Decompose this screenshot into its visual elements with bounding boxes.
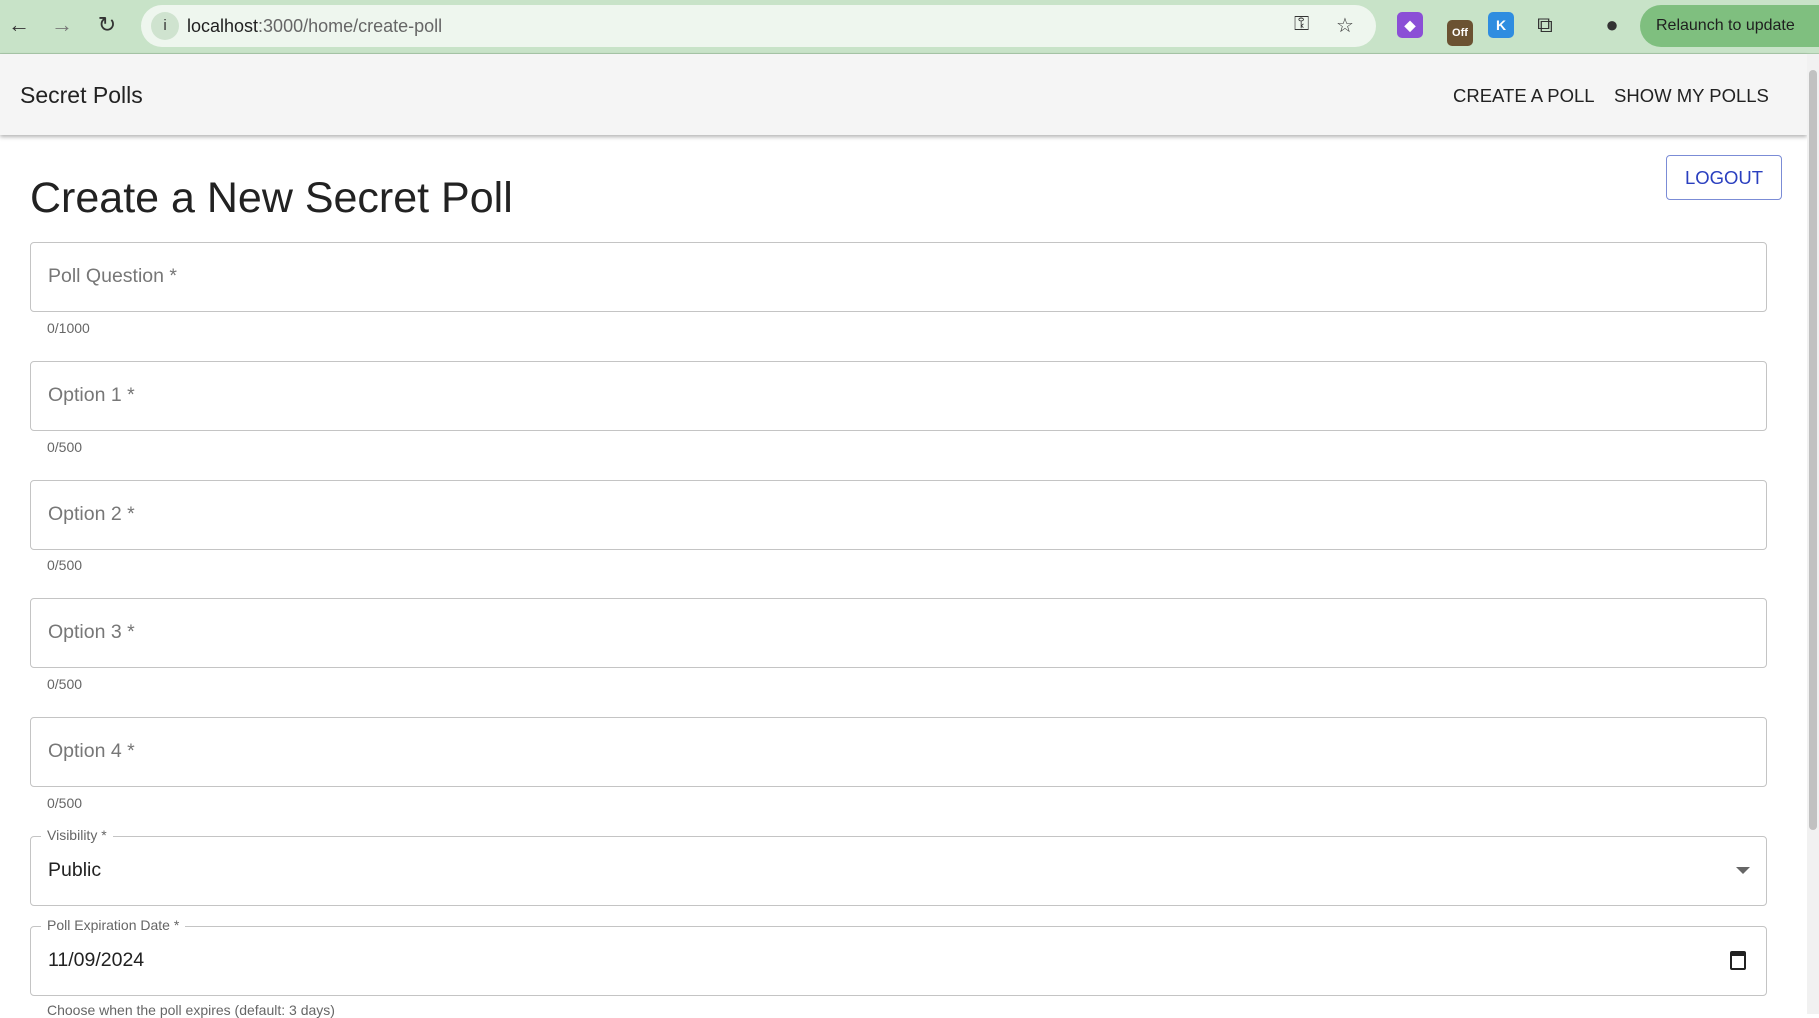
bookmark-star-icon[interactable]: ☆ <box>1336 13 1354 38</box>
poll-question-input[interactable]: Poll Question * <box>30 242 1767 312</box>
placeholder: Option 1 * <box>48 384 135 406</box>
placeholder: Poll Question * <box>48 265 177 287</box>
scrollbar[interactable] <box>1807 54 1819 1014</box>
url-path: :3000/home/create-poll <box>258 16 443 36</box>
nav-create-poll[interactable]: CREATE A POLL <box>1453 85 1595 107</box>
app-title[interactable]: Secret Polls <box>20 82 143 109</box>
fox-extension-icon[interactable]: ◆ <box>1397 12 1423 38</box>
option-3-input[interactable]: Option 3 * <box>30 598 1767 668</box>
back-icon[interactable]: ← <box>4 10 34 40</box>
forward-icon[interactable]: → <box>47 10 77 40</box>
logout-button[interactable]: LOGOUT <box>1666 155 1782 200</box>
browser-toolbar: ← → ↻ i localhost:3000/home/create-poll … <box>0 0 1819 76</box>
char-counter: 0/500 <box>47 795 83 811</box>
password-key-icon[interactable]: ⚿ <box>1294 13 1309 36</box>
expiration-value: 11/09/2024 <box>48 949 145 971</box>
scrollbar-thumb[interactable] <box>1809 70 1817 830</box>
dropdown-arrow-icon[interactable] <box>1736 867 1750 874</box>
relaunch-label: Relaunch to update <box>1656 17 1795 34</box>
address-bar[interactable]: i localhost:3000/home/create-poll ⚿ ☆ <box>141 5 1376 47</box>
char-counter: 0/1000 <box>47 320 90 336</box>
char-counter: 0/500 <box>47 557 83 573</box>
url-host: localhost <box>187 16 259 36</box>
visibility-select[interactable]: Visibility * Public <box>30 827 1767 906</box>
option-2-input[interactable]: Option 2 * <box>30 480 1767 550</box>
reload-icon[interactable]: ↻ <box>92 10 122 40</box>
visibility-value: Public <box>48 859 102 881</box>
site-info-icon[interactable]: i <box>151 12 179 40</box>
expiration-helper: Choose when the poll expires (default: 3… <box>47 1002 335 1018</box>
calendar-icon[interactable] <box>1730 951 1746 970</box>
char-counter: 0/500 <box>47 676 83 692</box>
expiration-date-input[interactable]: Poll Expiration Date * 11/09/2024 <box>30 917 1767 996</box>
visibility-label: Visibility * <box>41 827 113 843</box>
page-title: Create a New Secret Poll <box>30 174 513 222</box>
k-extension-icon[interactable]: K <box>1488 12 1514 38</box>
option-4-input[interactable]: Option 4 * <box>30 717 1767 787</box>
app-bar: Secret Polls CREATE A POLL SHOW MY POLLS <box>0 54 1807 135</box>
nav-show-my-polls[interactable]: SHOW MY POLLS <box>1614 85 1769 107</box>
relaunch-button[interactable]: Relaunch to update ⋮ <box>1640 5 1819 76</box>
char-counter: 0/500 <box>47 439 83 455</box>
placeholder: Option 2 * <box>48 503 135 525</box>
option-1-input[interactable]: Option 1 * <box>30 361 1767 431</box>
off-extension-icon[interactable]: Off <box>1447 20 1473 46</box>
placeholder: Option 4 * <box>48 740 135 762</box>
placeholder: Option 3 * <box>48 621 135 643</box>
profile-avatar-icon[interactable]: ● <box>1597 10 1627 40</box>
expiration-label: Poll Expiration Date * <box>41 917 186 933</box>
extensions-puzzle-icon[interactable]: ⧉ <box>1530 10 1560 40</box>
